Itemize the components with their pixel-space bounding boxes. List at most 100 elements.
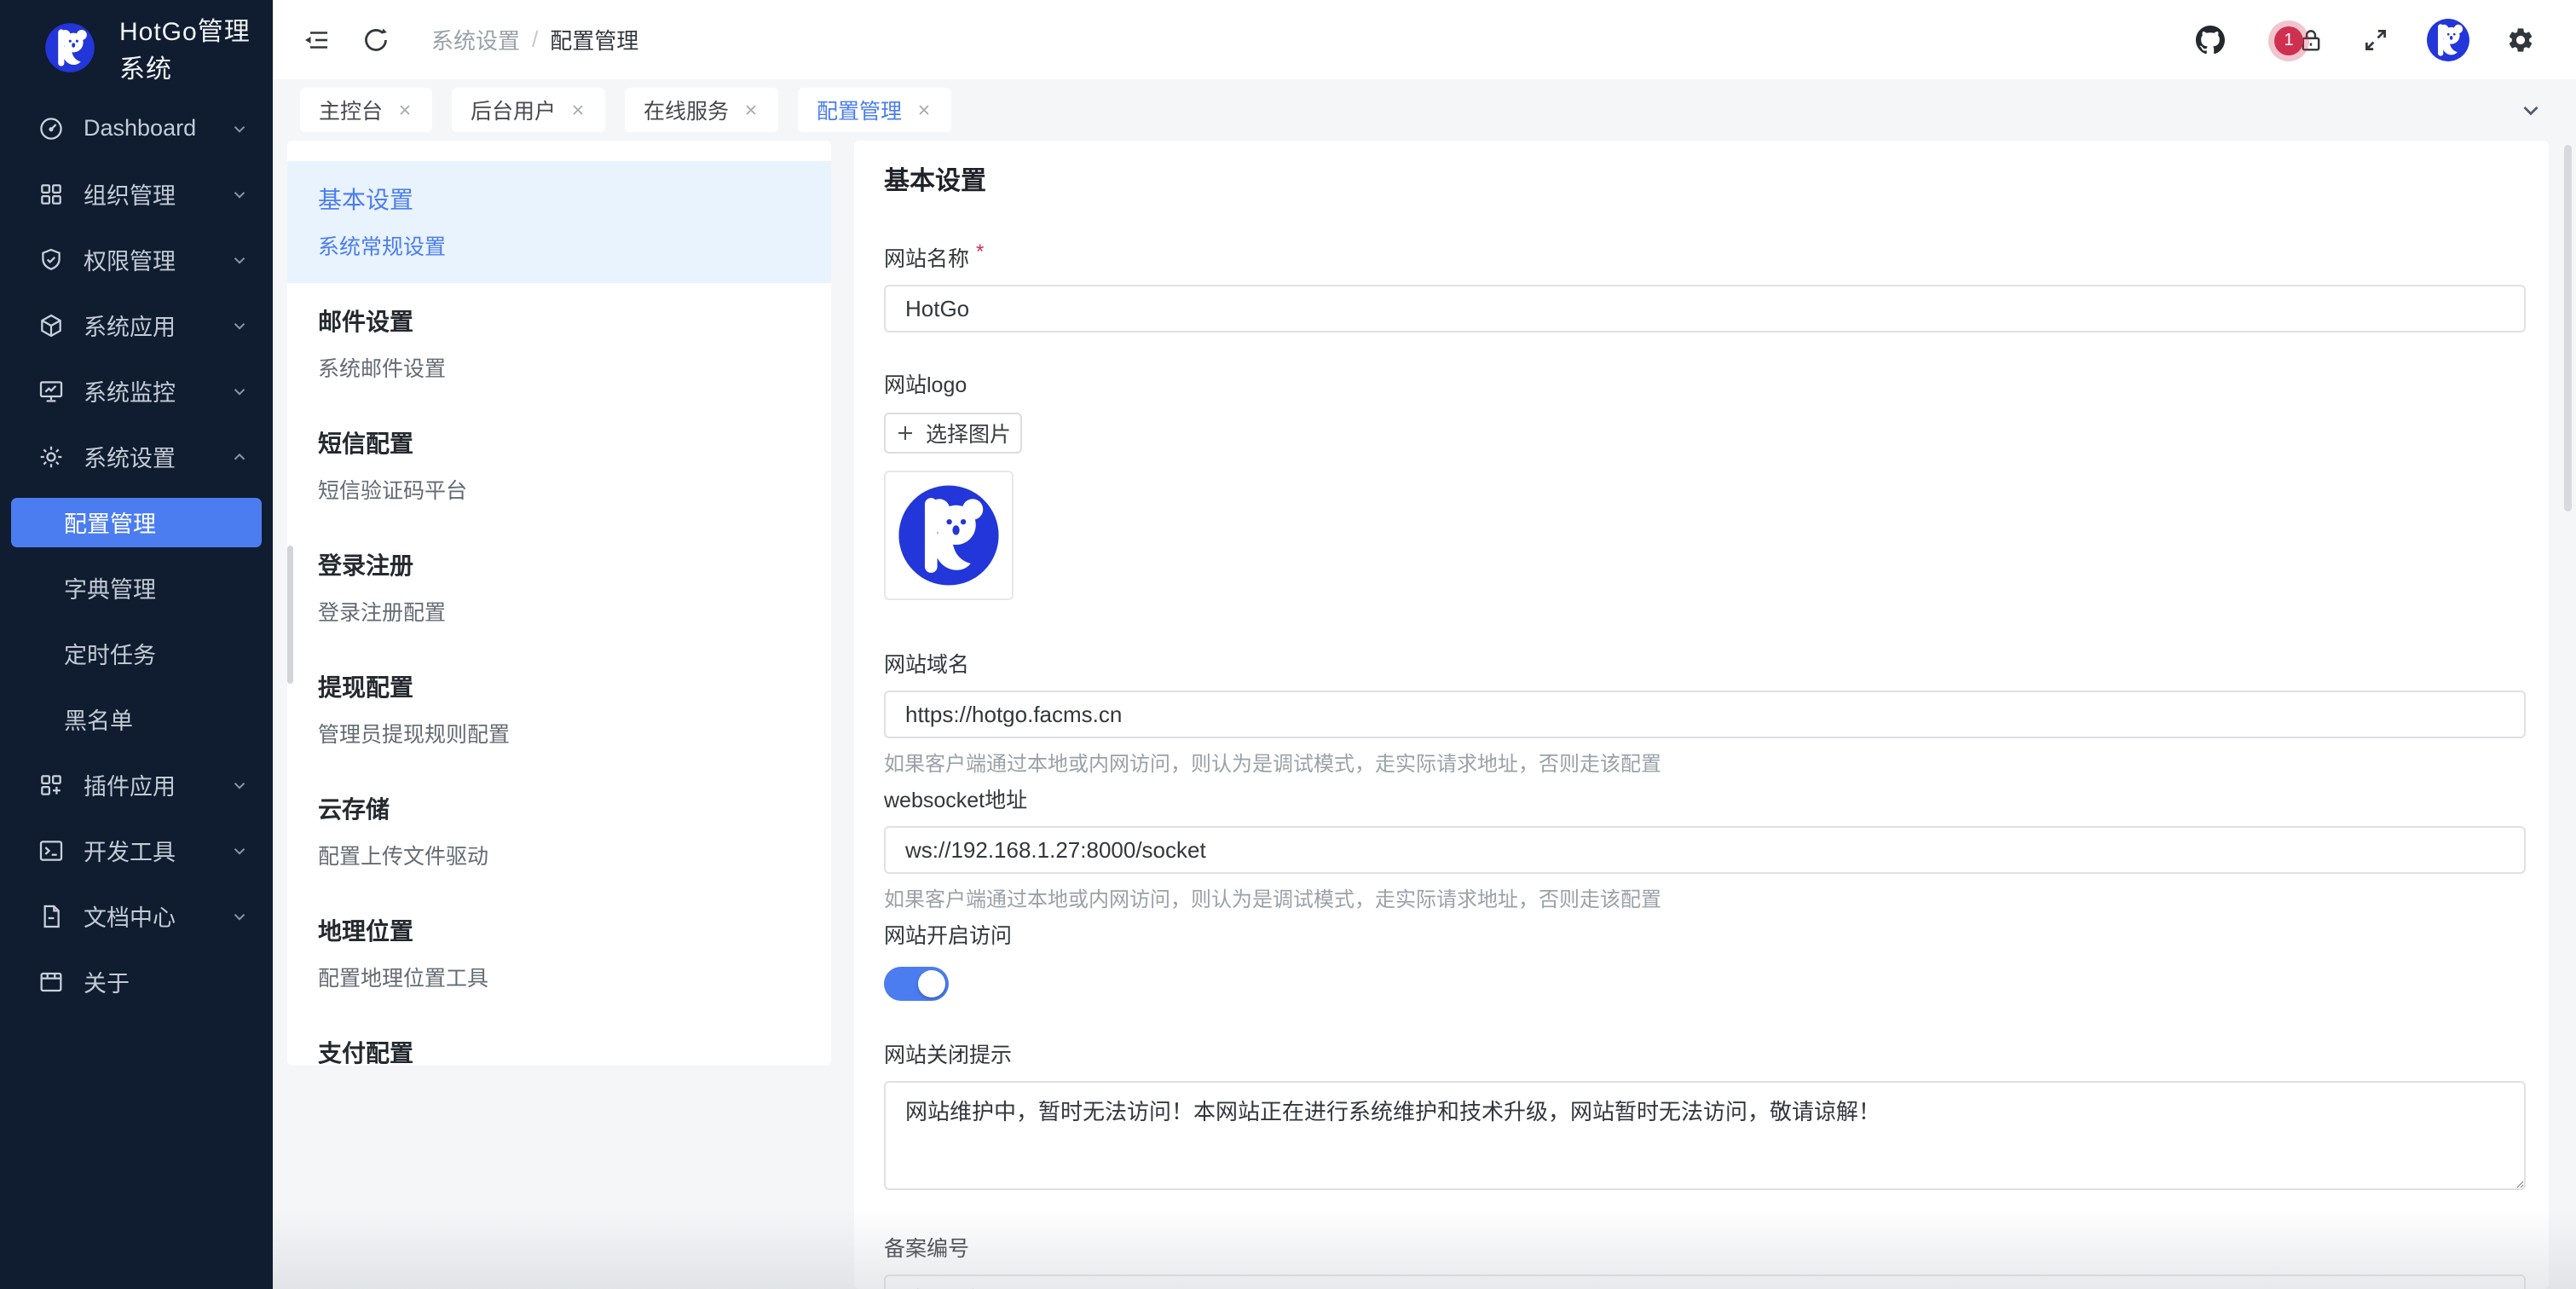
gear-icon[interactable] [2506, 26, 2535, 55]
chevron-down-icon [230, 907, 249, 926]
sidebar-item-文档中心[interactable]: 文档中心 [0, 883, 273, 949]
doc-icon [38, 903, 65, 930]
tab-label: 在线服务 [644, 95, 729, 125]
sidebar-subitem-label: 黑名单 [64, 702, 133, 736]
sidebar-item-系统设置[interactable]: 系统设置 [0, 424, 273, 489]
sidebar-item-系统监控[interactable]: 系统监控 [0, 358, 273, 424]
breadcrumb: 系统设置 / 配置管理 [431, 24, 638, 55]
sidebar-item-label: 系统设置 [84, 440, 230, 473]
settings-nav-item-邮件设置[interactable]: 邮件设置系统邮件设置 [287, 283, 831, 405]
chevron-down-icon [230, 841, 249, 860]
settings-nav-item-基本设置[interactable]: 基本设置系统常规设置 [287, 161, 831, 283]
site-name-input[interactable] [884, 285, 2526, 332]
icp-label: 备案编号 [884, 1232, 2526, 1263]
settings-nav-subtitle: 配置地理位置工具 [318, 962, 800, 992]
toggle-knob [918, 970, 945, 997]
fullscreen-icon[interactable] [2361, 26, 2390, 55]
sidebar-item-系统应用[interactable]: 系统应用 [0, 292, 273, 358]
tab-close-icon[interactable] [915, 101, 933, 118]
settings-nav-title: 云存储 [318, 791, 800, 825]
settings-nav-subtitle: 短信验证码平台 [318, 474, 800, 505]
icp-input[interactable] [884, 1275, 2526, 1289]
avatar[interactable] [2426, 18, 2470, 62]
websocket-label: websocket地址 [884, 783, 2526, 814]
refresh-icon[interactable] [361, 26, 390, 55]
site-name-label: 网站名称 * [884, 242, 2526, 273]
settings-nav-subtitle: 系统常规设置 [318, 230, 800, 261]
site-open-label: 网站开启访问 [884, 919, 2526, 950]
sidebar-item-label: 系统监控 [84, 374, 230, 408]
close-tip-label: 网站关闭提示 [884, 1038, 2526, 1069]
choose-image-button[interactable]: 选择图片 [884, 413, 1022, 454]
sidebar-item-label: Dashboard [84, 115, 230, 142]
site-domain-input[interactable] [884, 691, 2526, 738]
sidebar-subitem-配置管理[interactable]: 配置管理 [0, 489, 273, 555]
tab-配置管理[interactable]: 配置管理 [798, 88, 951, 132]
tab-后台用户[interactable]: 后台用户 [452, 88, 605, 132]
top-header: 系统设置 / 配置管理 1 [273, 0, 2576, 79]
sidebar-item-权限管理[interactable]: 权限管理 [0, 227, 273, 292]
site-logo-preview[interactable] [884, 471, 1014, 600]
chevron-down-icon [230, 251, 249, 269]
chevron-down-icon [230, 382, 249, 401]
active-menu-highlight: 配置管理 [11, 498, 262, 547]
settings-nav-title: 提现配置 [318, 669, 800, 703]
site-open-toggle[interactable] [884, 967, 949, 1001]
gear-icon [38, 443, 65, 471]
tab-close-icon[interactable] [742, 101, 760, 118]
sidebar-subitem-字典管理[interactable]: 字典管理 [0, 555, 273, 621]
github-icon[interactable] [2196, 26, 2225, 55]
settings-nav-title: 基本设置 [318, 182, 800, 216]
settings-nav-subtitle: 管理员提现规则配置 [318, 718, 800, 749]
content-area: 基本设置系统常规设置邮件设置系统邮件设置短信配置短信验证码平台登录注册登录注册配… [273, 141, 2576, 1289]
sidebar-subitem-黑名单[interactable]: 黑名单 [0, 686, 273, 752]
required-asterisk: * [976, 240, 984, 264]
app-logo-row[interactable]: HotGo管理系统 [0, 0, 273, 95]
sidebar-item-开发工具[interactable]: 开发工具 [0, 818, 273, 883]
settings-nav-item-地理位置[interactable]: 地理位置配置地理位置工具 [287, 893, 831, 1014]
shield-icon [38, 246, 65, 274]
sidebar-subitem-定时任务[interactable]: 定时任务 [0, 621, 273, 686]
sidebar-item-label: 插件应用 [84, 768, 230, 801]
tab-主控台[interactable]: 主控台 [300, 88, 432, 132]
dashboard-icon [38, 115, 65, 142]
sidebar-item-组织管理[interactable]: 组织管理 [0, 161, 273, 227]
websocket-input[interactable] [884, 826, 2526, 874]
breadcrumb-separator: / [532, 26, 538, 53]
settings-nav-scrollbar[interactable] [287, 546, 293, 684]
site-logo-label: 网站logo [884, 368, 2526, 399]
header-left: 系统设置 / 配置管理 [302, 24, 638, 55]
sidebar-subitem-label: 配置管理 [64, 506, 156, 539]
sidebar-subitem-label: 定时任务 [64, 637, 156, 670]
breadcrumb-parent[interactable]: 系统设置 [431, 24, 520, 55]
settings-nav-item-提现配置[interactable]: 提现配置管理员提现规则配置 [287, 649, 831, 771]
settings-nav-item-短信配置[interactable]: 短信配置短信验证码平台 [287, 405, 831, 527]
choose-image-button-label: 选择图片 [926, 418, 1011, 448]
page-scrollbar[interactable] [2564, 145, 2572, 512]
tab-close-icon[interactable] [569, 101, 586, 118]
tab-label: 主控台 [319, 95, 383, 125]
plus-icon [895, 423, 915, 443]
close-tip-textarea[interactable]: 网站维护中，暂时无法访问！本网站正在进行系统维护和技术升级，网站暂时无法访问，敬… [884, 1081, 2526, 1190]
tab-在线服务[interactable]: 在线服务 [625, 88, 778, 132]
sidebar-item-插件应用[interactable]: 插件应用 [0, 752, 273, 818]
chevron-up-icon [230, 448, 249, 466]
settings-nav-item-登录注册[interactable]: 登录注册登录注册配置 [287, 527, 831, 649]
chevron-down-icon [230, 316, 249, 335]
site-domain-help: 如果客户端通过本地或内网访问，则认为是调试模式，走实际请求地址，否则走该配置 [884, 747, 2526, 777]
tab-close-icon[interactable] [396, 101, 413, 118]
plugin-icon [38, 772, 65, 799]
settings-nav-subtitle: 配置上传文件驱动 [318, 840, 800, 870]
settings-nav-panel: 基本设置系统常规设置邮件设置系统邮件设置短信配置短信验证码平台登录注册登录注册配… [287, 141, 831, 1066]
breadcrumb-current[interactable]: 配置管理 [550, 24, 638, 55]
tab-label: 配置管理 [817, 95, 902, 125]
collapse-sidebar-icon[interactable] [302, 26, 331, 55]
settings-nav-item-云存储[interactable]: 云存储配置上传文件驱动 [287, 771, 831, 893]
sidebar-item-label: 开发工具 [84, 834, 230, 867]
tabs-collapse-chevron-icon[interactable] [2518, 97, 2544, 123]
settings-nav-item-支付配置[interactable]: 支付配置支付宝/微信/QQ支付配置等 [287, 1014, 831, 1066]
settings-form-card: 基本设置 网站名称 * 网站logo 选择图片 网站域名 如果客户端通过本地或内… [854, 141, 2549, 1289]
sidebar-item-Dashboard[interactable]: Dashboard [0, 95, 273, 161]
app-logo-icon [44, 22, 95, 73]
sidebar-item-关于[interactable]: 关于 [0, 949, 273, 1014]
